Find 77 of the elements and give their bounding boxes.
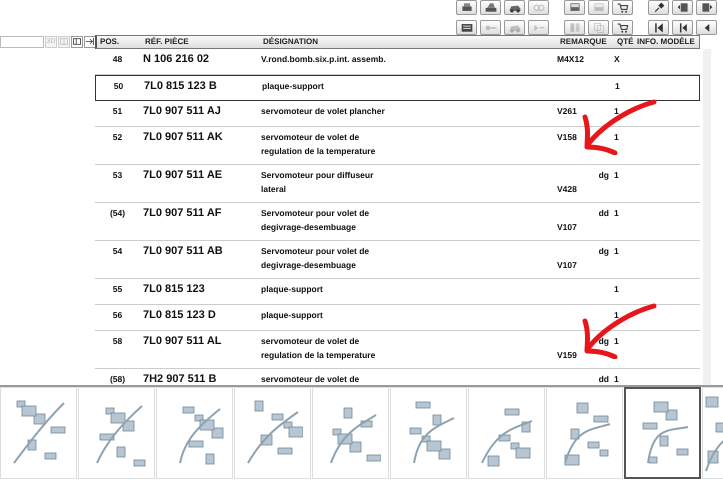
table-row[interactable]: 58 7L0 907 511 AL servomoteur de volet de regulation de la temperature dg V159 1 (95, 330, 700, 369)
side-text: dg (598, 334, 610, 348)
table-row[interactable]: 51 7L0 907 511 AJ servomoteur de volet plancher V261 1 (95, 100, 700, 127)
column-header: INFO. MODÈLE (636, 37, 696, 46)
position-cell-text: 53 (112, 168, 124, 182)
column-header: DÉSIGNATION (262, 37, 319, 46)
quantity-cell-text: 1 (613, 334, 620, 348)
quantity-cell-text: 1 (613, 104, 620, 118)
designation-text: servomoteur de volet de (261, 334, 360, 348)
part-number-cell-text: 7L0 907 511 AJ (142, 104, 222, 119)
column-header: REMARQUE (559, 37, 608, 46)
part-number-cell-text: 7L0 815 123 D (142, 308, 217, 323)
designation-text: V.rond.bomb.six.p.int. assemb. (261, 52, 387, 66)
position-cell-text: 56 (112, 308, 124, 322)
designation-text: Servomoteur pour volet de (261, 206, 370, 220)
designation-text: lateral (261, 182, 288, 196)
remark-text: V107 (557, 258, 578, 272)
designation-text: regulation de la temperature (261, 348, 376, 362)
part-number-cell-text: 7L0 815 123 (142, 282, 206, 297)
part-number-cell-text: 7L0 815 123 B (143, 78, 218, 94)
quantity-cell-text: 1 (613, 308, 620, 322)
side-text: dd (598, 372, 610, 386)
quantity-cell-text: 1 (613, 244, 620, 258)
designation-text: Servomoteur pour diffuseur (261, 168, 374, 182)
designation-text: degivrage-desembuage (261, 258, 357, 272)
table-row[interactable]: 54 7L0 907 511 AB Servomoteur pour volet de degivrage-desembuage dg V107 1 (95, 240, 700, 279)
position-cell-text: 58 (112, 334, 124, 348)
side-text: dg (598, 244, 610, 258)
remark-text: V159 (557, 348, 578, 362)
quantity-cell-text: 1 (613, 168, 620, 182)
part-number-cell-text: 7L0 907 511 AE (142, 168, 224, 183)
column-header: QTÉ (616, 37, 634, 46)
table-row[interactable]: 53 7L0 907 511 AE Servomoteur pour diffuseur lateral dg V428 1 (95, 164, 700, 203)
table-row[interactable]: (54) 7L0 907 511 AF Servomoteur pour volet de degivrage-desembuage dd V107 1 (95, 202, 700, 241)
part-number-cell-text: N 106 216 02 (142, 52, 210, 67)
quantity-cell-text: 1 (613, 372, 620, 386)
quantity-cell-text: 1 (613, 282, 620, 296)
part-number-cell-text: 7L0 907 511 AK (142, 130, 224, 145)
table-row[interactable]: 52 7L0 907 511 AK servomoteur de volet de regulation de la temperature V158 1 (95, 126, 700, 165)
position-cell-text: 52 (112, 130, 124, 144)
column-header: POS. (99, 37, 120, 46)
side-text: dd (598, 206, 610, 220)
table-row[interactable]: 55 7L0 815 123 plaque-support 1 (95, 278, 700, 305)
position-cell-text: 54 (112, 244, 124, 258)
table-row[interactable]: 50 7L0 815 123 B plaque-support 1 (95, 74, 700, 101)
designation-text: degivrage-desembuage (261, 220, 357, 234)
designation-text: Servomoteur pour volet de (261, 244, 370, 258)
part-number-cell-text: 7H2 907 511 B (142, 372, 218, 386)
position-cell-text: 50 (112, 80, 124, 93)
table-row[interactable]: 48 N 106 216 02 V.rond.bomb.six.p.int. assemb. M4X12 X (95, 48, 700, 75)
table-row[interactable]: 56 7L0 815 123 D plaque-support 1 (95, 304, 700, 331)
part-number-cell-text: 7L0 907 511 AF (142, 206, 222, 221)
remark-text: V107 (557, 220, 578, 234)
position-cell-text: (58) (108, 372, 126, 386)
side-text: dg (598, 168, 610, 182)
remark-text: V158 (557, 130, 578, 144)
quantity-cell-text: X (613, 52, 621, 66)
position-cell-text: (54) (108, 206, 126, 220)
part-number-cell-text: 7L0 907 511 AB (142, 244, 224, 259)
position-cell-text: 55 (112, 282, 124, 296)
designation-text: servomoteur de volet de (261, 130, 360, 144)
remark-text: V261 (557, 104, 578, 118)
remark-text: V428 (557, 182, 578, 196)
designation-text: regulation de la temperature (261, 144, 376, 158)
position-cell-text: 48 (112, 52, 124, 66)
designation-text: plaque-support (261, 282, 324, 296)
quantity-cell-text: 1 (613, 130, 620, 144)
designation-text: servomoteur de volet de (261, 372, 360, 386)
position-cell-text: 51 (112, 104, 124, 118)
designation-text: plaque-support (262, 80, 325, 93)
part-number-cell-text: 7L0 907 511 AL (142, 334, 222, 349)
column-header: RÉF. PIÈCE (144, 37, 190, 46)
quantity-cell-text: 1 (613, 206, 620, 220)
designation-text: servomoteur de volet plancher (261, 104, 386, 118)
designation-text: plaque-support (261, 308, 324, 322)
quantity-cell-text: 1 (614, 80, 621, 93)
remark-text: M4X12 (557, 52, 585, 66)
